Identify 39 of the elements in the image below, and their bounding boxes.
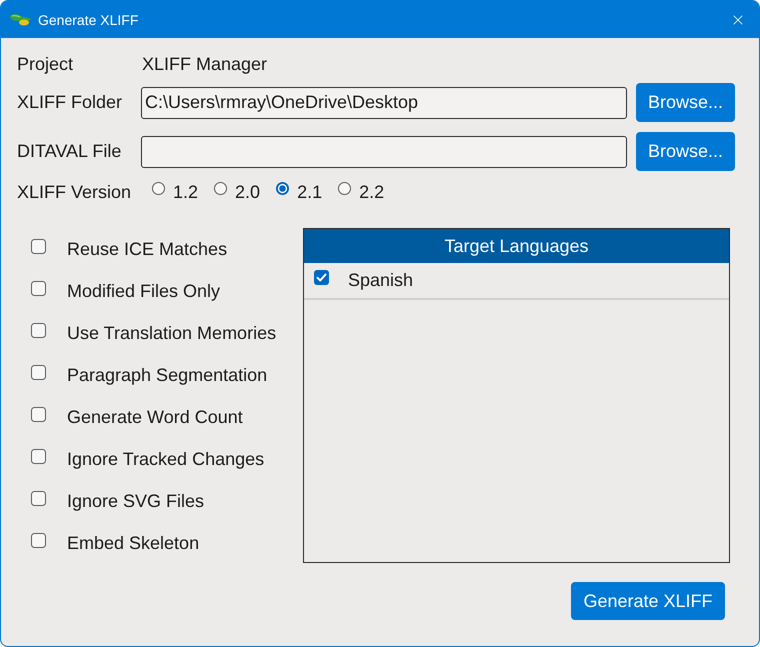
checkbox[interactable] [31,322,46,338]
checkbox-label: Paragraph Segmentation [67,364,268,386]
app-icon [10,13,31,26]
generate-button[interactable]: Generate XLIFF [571,582,725,620]
radio-label: 2.0 [235,182,260,202]
radio-button[interactable] [338,182,352,194]
checkbox[interactable] [31,532,46,548]
language-label: Spanish [348,270,414,291]
radio-button[interactable] [214,182,228,194]
checkbox-label: Ignore Tracked Changes [67,448,264,470]
browse-button[interactable]: Browse... [636,83,735,122]
folder-path-field[interactable]: C:\Users\rmray\OneDrive\Desktop [141,86,627,118]
checkbox[interactable] [314,270,329,285]
checkbox[interactable] [31,406,46,422]
checkbox[interactable] [31,280,46,296]
radio-label: 2.1 [297,182,322,202]
checkbox-label: Reuse ICE Matches [67,238,228,260]
radio-button[interactable] [276,182,290,194]
checkbox[interactable] [31,490,46,506]
folder-label: XLIFF Folder [17,92,124,113]
radio-button[interactable] [152,182,165,194]
checkbox-label: Embed Skeleton [67,532,200,554]
ditaval-path-field[interactable] [141,136,627,168]
radio-label: 1.2 [173,182,198,202]
checkbox-label: Ignore SVG Files [67,490,204,512]
checkbox-label: Modified Files Only [67,280,220,302]
browse-button[interactable]: Browse... [636,132,735,171]
checkbox[interactable] [31,448,46,464]
checkbox-label: Use Translation Memories [67,322,276,344]
checkbox[interactable] [31,364,46,380]
checkbox-label: Generate Word Count [67,406,243,428]
version-label: XLIFF Version [17,182,132,202]
window-title: Generate XLIFF [38,12,140,28]
panel-header: Target Languages [304,229,729,263]
project-name: XLIFF Manager [141,54,268,74]
project-label: Project [17,54,74,74]
ditaval-label: DITAVAL File [17,141,122,162]
radio-label: 2.2 [359,182,384,202]
checkbox[interactable] [31,238,46,254]
